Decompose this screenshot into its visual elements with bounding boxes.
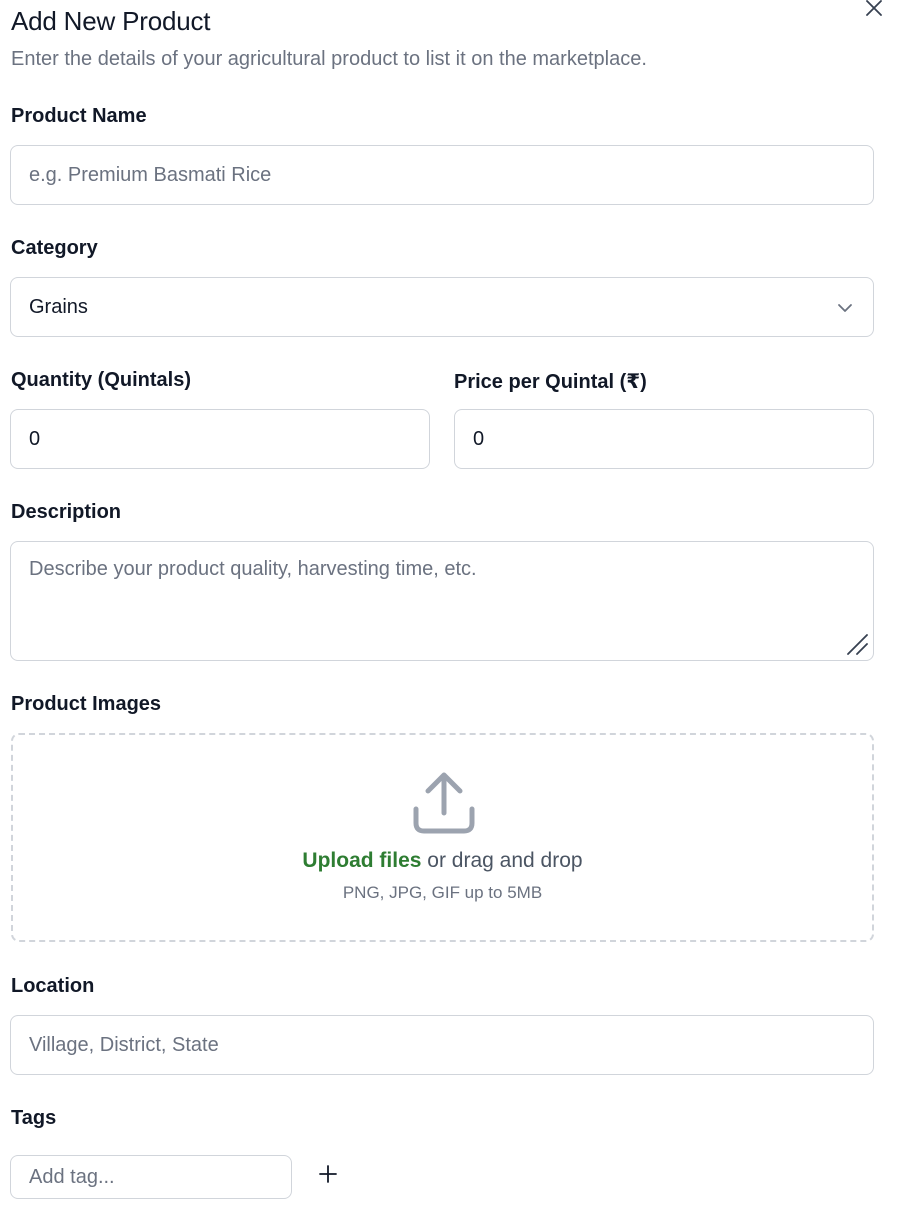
location-field	[10, 1015, 874, 1075]
upload-icon	[413, 772, 475, 834]
description-textarea[interactable]: Describe your product quality, harvestin…	[10, 541, 874, 661]
product-name-field	[10, 145, 874, 205]
category-select[interactable]: Grains	[10, 277, 874, 337]
upload-drag-text: or drag and drop	[421, 849, 583, 872]
description-placeholder: Describe your product quality, harvestin…	[29, 558, 477, 580]
product-name-label: Product Name	[11, 105, 147, 127]
resize-handle-icon[interactable]	[845, 632, 871, 658]
upload-hint: PNG, JPG, GIF up to 5MB	[342, 883, 543, 902]
price-field	[454, 409, 874, 469]
dialog-title: Add New Product	[11, 6, 211, 36]
plus-icon	[319, 1165, 337, 1183]
add-product-dialog: Add New Product Enter the details of you…	[0, 0, 904, 1214]
category-label: Category	[11, 237, 98, 259]
upload-instructions: Upload files or drag and drop	[13, 849, 872, 873]
close-button[interactable]	[862, 0, 886, 20]
tag-input[interactable]	[29, 1165, 273, 1189]
product-name-input[interactable]	[29, 163, 855, 187]
dialog-subtitle: Enter the details of your agricultural p…	[11, 48, 647, 70]
image-dropzone[interactable]: Upload files or drag and drop PNG, JPG, …	[11, 733, 874, 942]
category-selected-value: Grains	[29, 295, 88, 318]
price-label: Price per Quintal (₹)	[454, 371, 647, 393]
quantity-input[interactable]	[29, 427, 411, 451]
quantity-label: Quantity (Quintals)	[11, 369, 191, 391]
tag-field	[10, 1155, 292, 1199]
location-label: Location	[11, 975, 95, 997]
chevron-down-icon	[838, 304, 852, 312]
price-input[interactable]	[473, 427, 855, 451]
add-tag-button[interactable]	[314, 1160, 342, 1188]
product-images-label: Product Images	[11, 693, 162, 715]
location-input[interactable]	[29, 1033, 855, 1057]
quantity-field	[10, 409, 430, 469]
description-label: Description	[11, 501, 122, 523]
close-icon	[866, 0, 882, 16]
upload-files-link[interactable]: Upload files	[302, 849, 421, 872]
tags-label: Tags	[11, 1107, 57, 1129]
